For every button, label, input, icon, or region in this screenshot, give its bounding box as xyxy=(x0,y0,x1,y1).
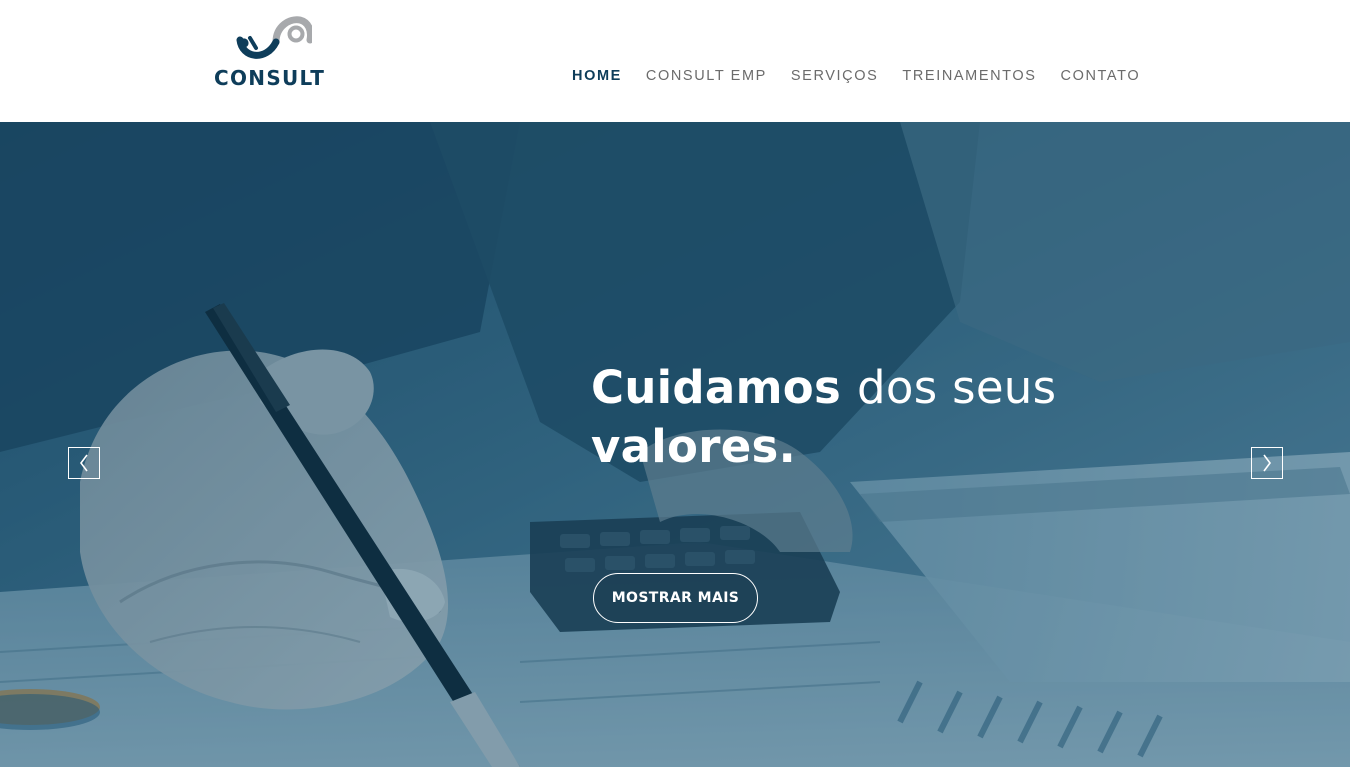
hero-headline: Cuidamos dos seus valores. xyxy=(591,358,1111,476)
show-more-button[interactable]: MOSTRAR MAIS xyxy=(593,573,758,623)
headline-bold-1: Cuidamos xyxy=(591,361,842,414)
slider-next-button[interactable] xyxy=(1251,447,1283,479)
logo[interactable]: CONSULT xyxy=(212,16,342,92)
headline-bold-2: valores. xyxy=(591,420,797,473)
logo-text: CONSULT xyxy=(214,66,326,90)
chevron-left-icon xyxy=(80,454,88,472)
slider-prev-button[interactable] xyxy=(68,447,100,479)
main-nav: HOME CONSULT EMP SERVIÇOS TREINAMENTOS C… xyxy=(572,68,1140,84)
site-header: CONSULT HOME CONSULT EMP SERVIÇOS TREINA… xyxy=(0,0,1350,122)
nav-item-consult-emp[interactable]: CONSULT EMP xyxy=(646,68,767,84)
headline-light: dos seus xyxy=(857,361,1057,414)
nav-item-home[interactable]: HOME xyxy=(572,68,622,84)
nav-item-treinamentos[interactable]: TREINAMENTOS xyxy=(902,68,1036,84)
nav-item-contato[interactable]: CONTATO xyxy=(1061,68,1141,84)
hero-slider: Cuidamos dos seus valores. MOSTRAR MAIS xyxy=(0,122,1350,767)
consult-logo-mark-icon xyxy=(236,16,312,59)
nav-item-servicos[interactable]: SERVIÇOS xyxy=(791,68,878,84)
chevron-right-icon xyxy=(1263,454,1271,472)
